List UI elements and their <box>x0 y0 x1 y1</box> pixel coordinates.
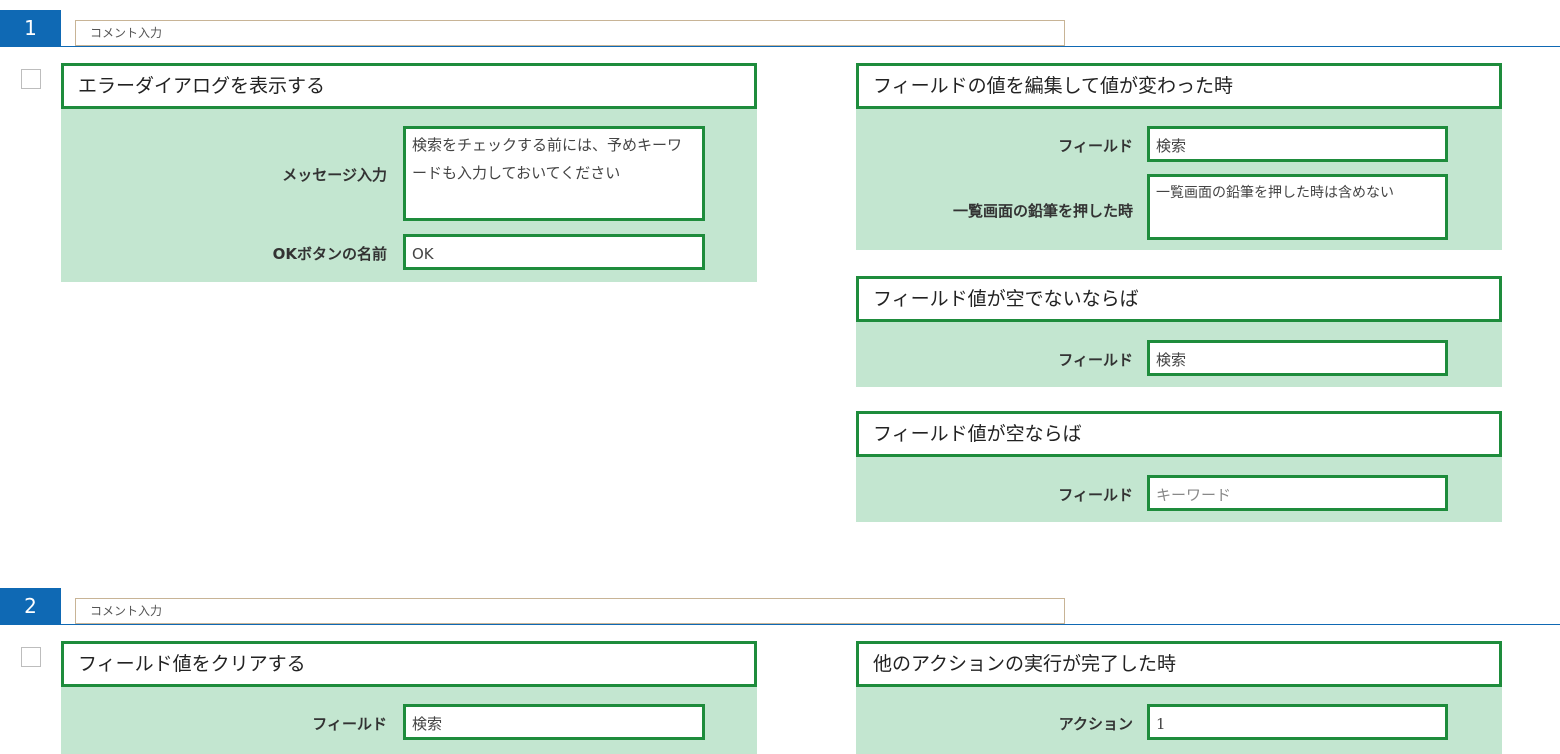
field-label: OKボタンの名前 <box>272 245 387 263</box>
pencil-option-select[interactable]: 一覧画面の鉛筆を押した時は含めない <box>1147 174 1448 240</box>
section-number-badge: 2 <box>0 588 61 624</box>
field-label: メッセージ入力 <box>282 166 387 184</box>
field-label: フィールド <box>1058 137 1133 155</box>
field-row: フィールド 検索 <box>856 126 1502 162</box>
field-label: フィールド <box>1058 486 1133 504</box>
section-divider <box>0 46 1560 47</box>
condition-title[interactable]: フィールド値が空ならば <box>856 411 1502 457</box>
condition-title[interactable]: フィールド値が空でないならば <box>856 276 1502 322</box>
section-1-checkbox[interactable] <box>21 69 41 89</box>
field-select[interactable]: 検索 <box>403 704 705 740</box>
field-row: 一覧画面の鉛筆を押した時 一覧画面の鉛筆を押した時は含めない <box>856 174 1502 240</box>
field-label: フィールド <box>1058 351 1133 369</box>
field-label: フィールド <box>312 715 387 733</box>
condition-card: フィールド値が空ならば フィールド キーワード <box>856 411 1502 522</box>
action-card: フィールド値をクリアする フィールド 検索 <box>61 641 757 754</box>
condition-title[interactable]: 他のアクションの実行が完了した時 <box>856 641 1502 687</box>
field-select[interactable]: キーワード <box>1147 475 1448 511</box>
action-title[interactable]: フィールド値をクリアする <box>61 641 757 687</box>
field-row: OKボタンの名前 OK <box>61 234 757 270</box>
section-2-header: 2 コメント入力 <box>0 588 1560 625</box>
section-divider <box>0 624 1560 625</box>
field-row: アクション 1 <box>856 704 1502 740</box>
section-number-badge: 1 <box>0 10 61 46</box>
comment-input[interactable]: コメント入力 <box>75 20 1065 46</box>
comment-input[interactable]: コメント入力 <box>75 598 1065 624</box>
section-1-header: 1 コメント入力 <box>0 10 1560 47</box>
action-select[interactable]: 1 <box>1147 704 1448 740</box>
field-select[interactable]: 検索 <box>1147 340 1448 376</box>
field-select[interactable]: 検索 <box>1147 126 1448 162</box>
ok-button-name-input[interactable]: OK <box>403 234 705 270</box>
field-row: フィールド 検索 <box>61 704 757 740</box>
section-2-checkbox[interactable] <box>21 647 41 667</box>
condition-card: フィールド値が空でないならば フィールド 検索 <box>856 276 1502 387</box>
condition-card: 他のアクションの実行が完了した時 アクション 1 <box>856 641 1502 754</box>
field-row: フィールド 検索 <box>856 340 1502 376</box>
message-input[interactable]: 検索をチェックする前には、予めキーワードも入力しておいてください <box>403 126 705 221</box>
action-card: エラーダイアログを表示する メッセージ入力 検索をチェックする前には、予めキーワ… <box>61 63 757 282</box>
condition-card: フィールドの値を編集して値が変わった時 フィールド 検索 一覧画面の鉛筆を押した… <box>856 63 1502 250</box>
condition-title[interactable]: フィールドの値を編集して値が変わった時 <box>856 63 1502 109</box>
field-row: メッセージ入力 検索をチェックする前には、予めキーワードも入力しておいてください <box>61 126 757 222</box>
action-title[interactable]: エラーダイアログを表示する <box>61 63 757 109</box>
field-label: 一覧画面の鉛筆を押した時 <box>952 202 1133 220</box>
field-label: アクション <box>1058 715 1133 733</box>
field-row: フィールド キーワード <box>856 475 1502 511</box>
